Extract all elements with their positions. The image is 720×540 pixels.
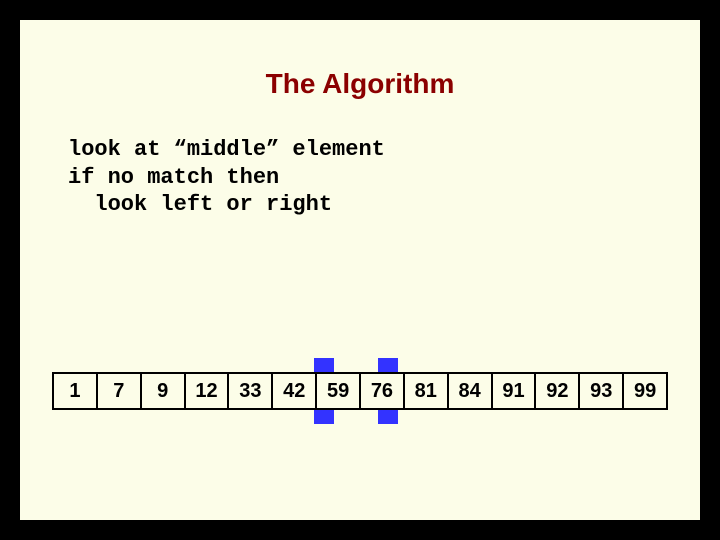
array-cell: 91 xyxy=(491,372,535,410)
array-cell: 9 xyxy=(140,372,184,410)
array-cell: 59 xyxy=(315,372,359,410)
array-cells: 1 7 9 12 33 42 59 76 81 84 91 92 93 99 xyxy=(52,372,668,410)
pseudocode-block: look at “middle” element if no match the… xyxy=(68,136,700,219)
array-cell: 99 xyxy=(622,372,668,410)
array-cell: 76 xyxy=(359,372,403,410)
array-cell: 1 xyxy=(52,372,96,410)
array-cell: 42 xyxy=(271,372,315,410)
array-cell: 12 xyxy=(184,372,228,410)
array-cell: 7 xyxy=(96,372,140,410)
array-cell: 33 xyxy=(227,372,271,410)
array-visualization: 1 7 9 12 33 42 59 76 81 84 91 92 93 99 xyxy=(52,358,668,424)
array-cell: 92 xyxy=(534,372,578,410)
slide: The Algorithm look at “middle” element i… xyxy=(18,18,702,522)
slide-title: The Algorithm xyxy=(20,68,700,100)
array-cell: 81 xyxy=(403,372,447,410)
array-cell: 84 xyxy=(447,372,491,410)
array-cell: 93 xyxy=(578,372,622,410)
